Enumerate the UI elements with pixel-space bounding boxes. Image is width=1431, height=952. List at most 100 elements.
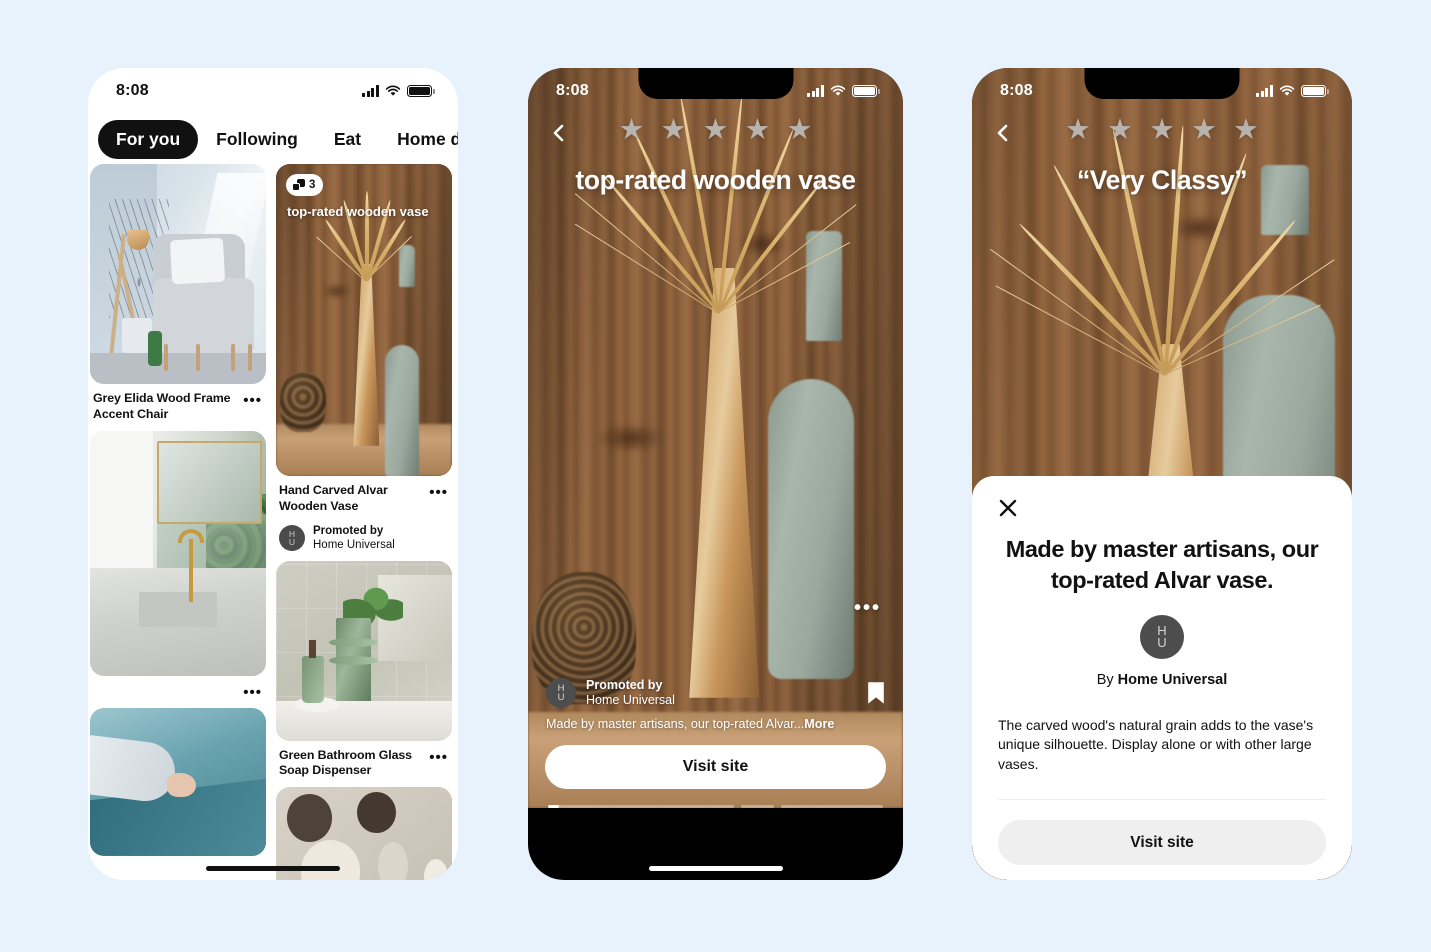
- tab-home-decor[interactable]: Home decor: [379, 120, 458, 159]
- story-description-text: Made by master artisans, our top-rated A…: [546, 717, 805, 731]
- star-icon: ★: [1149, 114, 1175, 146]
- progress-segment: [780, 805, 883, 808]
- pin-image[interactable]: [276, 560, 452, 741]
- cellular-signal-icon: [807, 85, 824, 97]
- star-icon: ★: [1065, 114, 1091, 146]
- device-notch: [1084, 68, 1240, 99]
- advertiser-name: Home Universal: [1117, 671, 1228, 688]
- tab-following[interactable]: Following: [198, 120, 316, 159]
- story-title: top-rated wooden vase: [575, 165, 856, 195]
- home-indicator: [648, 866, 783, 871]
- pin-meta: •••: [90, 676, 266, 700]
- pin-title: Green Bathroom Glass Soap Dispenser: [279, 747, 412, 778]
- promoted-text: Promoted by Home Universal: [313, 524, 395, 553]
- promoted-text: Promoted by Home Universal: [586, 678, 675, 709]
- status-icons: [807, 84, 880, 98]
- story-progress-bar[interactable]: [548, 805, 883, 808]
- status-icons: [362, 84, 435, 98]
- star-icon: ★: [702, 114, 729, 146]
- back-icon[interactable]: [994, 124, 1012, 142]
- pin-overlay-title: top-rated wooden vase: [287, 204, 429, 219]
- star-rating: ★ ★ ★ ★ ★: [972, 114, 1352, 145]
- pin-image[interactable]: [90, 164, 266, 384]
- status-time: 8:08: [1000, 82, 1033, 99]
- tab-eat[interactable]: Eat: [316, 120, 379, 159]
- avatar-initial-bottom: U: [288, 537, 296, 548]
- status-icons: [1256, 84, 1329, 98]
- wifi-icon: [385, 85, 401, 97]
- pin-image[interactable]: [90, 707, 266, 856]
- pin-meta: Green Bathroom Glass Soap Dispenser •••: [276, 741, 452, 780]
- story-description: Made by master artisans, our top-rated A…: [542, 717, 889, 731]
- tab-for-you[interactable]: For you: [98, 119, 199, 159]
- advertiser-avatar: H U: [1140, 614, 1184, 659]
- pin-overflow-icon[interactable]: •••: [243, 391, 262, 408]
- star-icon: ★: [660, 114, 687, 146]
- pin-card[interactable]: Green Bathroom Glass Soap Dispenser •••: [276, 560, 452, 780]
- phone-story-detail: 8:08 ★ ★ ★ ★ ★ “Very Classy” Made by mas…: [972, 68, 1352, 880]
- star-icon: ★: [1107, 114, 1133, 146]
- ad-detail-modal: Made by master artisans, our top-rated A…: [972, 476, 1352, 880]
- close-icon[interactable]: [998, 498, 1018, 518]
- star-icon: ★: [744, 114, 771, 146]
- promoted-by-row[interactable]: H U Promoted by Home Universal: [542, 678, 889, 709]
- pin-card[interactable]: [90, 707, 266, 856]
- pin-title: Hand Carved Alvar Wooden Vase: [279, 483, 388, 513]
- advertiser-avatar: H U: [546, 677, 576, 708]
- home-indicator: [206, 866, 340, 871]
- battery-icon: [1301, 84, 1329, 98]
- status-time: 8:08: [556, 82, 589, 99]
- status-time: 8:08: [116, 82, 149, 99]
- advertiser-avatar: H U: [279, 525, 305, 552]
- star-icon: ★: [618, 114, 645, 146]
- advertiser-name: Home Universal: [586, 692, 675, 707]
- pin-feed-grid[interactable]: Grey Elida Wood Frame Accent Chair ••• •…: [88, 164, 458, 880]
- promoted-by-row[interactable]: H U Promoted by Home Universal: [276, 515, 452, 553]
- cellular-signal-icon: [1256, 85, 1273, 97]
- battery-icon: [407, 84, 435, 98]
- advertiser-name: Home Universal: [313, 539, 395, 552]
- progress-segment: [548, 805, 734, 808]
- back-icon[interactable]: [550, 124, 568, 142]
- modal-description: The carved wood's natural grain adds to …: [998, 716, 1326, 801]
- promoted-label: Promoted by: [586, 677, 663, 692]
- story-title: “Very Classy”: [1076, 165, 1248, 195]
- visit-site-button[interactable]: Visit site: [545, 745, 886, 789]
- battery-icon: [852, 84, 880, 98]
- story-header: ★ ★ ★ ★ ★ “Very Classy”: [972, 114, 1352, 196]
- carousel-count: 3: [309, 179, 316, 191]
- pin-meta: Hand Carved Alvar Wooden Vase •••: [276, 476, 452, 515]
- story-header: ★ ★ ★ ★ ★ top-rated wooden vase: [528, 114, 903, 196]
- visit-site-button[interactable]: Visit site: [998, 820, 1326, 866]
- avatar-initial-bottom: U: [557, 691, 565, 703]
- pin-image[interactable]: [90, 430, 266, 676]
- device-notch: [638, 68, 793, 99]
- promoted-label: Promoted by: [313, 524, 384, 537]
- wifi-icon: [830, 85, 846, 97]
- pin-image[interactable]: 3 top-rated wooden vase: [276, 164, 452, 476]
- star-icon: ★: [1191, 114, 1217, 146]
- pin-overflow-icon[interactable]: •••: [243, 683, 262, 700]
- carousel-count-badge: 3: [286, 174, 324, 196]
- save-bookmark-icon[interactable]: [867, 681, 885, 705]
- pin-card[interactable]: •••: [90, 430, 266, 700]
- pin-overflow-icon[interactable]: •••: [429, 483, 448, 500]
- pin-title: Grey Elida Wood Frame Accent Chair: [93, 391, 231, 421]
- pin-card[interactable]: Grey Elida Wood Frame Accent Chair •••: [90, 164, 266, 423]
- star-icon: ★: [1233, 114, 1259, 146]
- modal-headline: Made by master artisans, our top-rated A…: [1005, 536, 1319, 594]
- modal-byline: By Home Universal: [998, 672, 1326, 688]
- screenshot-stage: 8:08 For you Following Eat Home decor: [0, 0, 1431, 952]
- progress-segment: [740, 805, 774, 808]
- story-overflow-icon[interactable]: •••: [854, 598, 881, 618]
- pin-overflow-icon[interactable]: •••: [429, 748, 448, 765]
- carousel-stack-icon: [292, 179, 305, 191]
- more-link[interactable]: More: [804, 717, 834, 731]
- story-bottom-sheet: H U Promoted by Home Universal Made by m…: [528, 678, 903, 808]
- cellular-signal-icon: [362, 85, 379, 97]
- by-prefix: By: [1096, 671, 1118, 688]
- pin-card-promoted[interactable]: 3 top-rated wooden vase Hand Carved Alva…: [276, 164, 452, 553]
- feed-tab-bar: For you Following Eat Home decor: [88, 114, 458, 164]
- wifi-icon: [1279, 85, 1295, 97]
- feed-column-right: 3 top-rated wooden vase Hand Carved Alva…: [276, 164, 452, 880]
